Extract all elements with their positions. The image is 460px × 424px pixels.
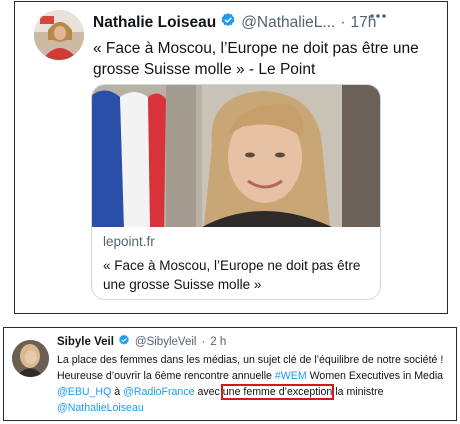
tweet-time[interactable]: 2 h	[210, 336, 226, 348]
text-segment: Women Executives in Media	[306, 370, 444, 382]
more-options-icon[interactable]	[368, 8, 388, 24]
avatar[interactable]	[12, 340, 49, 377]
hashtag-link[interactable]: #WEM	[275, 370, 307, 382]
text-segment: avec	[194, 386, 223, 398]
verified-badge-icon	[118, 334, 130, 349]
author-name[interactable]: Nathalie Loiseau	[93, 14, 216, 32]
tweet-header: Sibyle Veil @SibyleVeil · 2 h	[57, 334, 226, 349]
tweet-header: Nathalie Loiseau @NathalieL... · 17h	[93, 12, 376, 33]
tweet-nathalie-loiseau[interactable]: Nathalie Loiseau @NathalieL... · 17h « F…	[14, 1, 448, 314]
card-domain: lepoint.fr	[103, 234, 155, 249]
text-segment: à	[111, 386, 124, 398]
author-handle[interactable]: @NathalieL...	[241, 14, 335, 32]
mention-link[interactable]: @EBU_HQ	[57, 386, 111, 398]
avatar[interactable]	[34, 10, 84, 60]
tweet-text: La place des femmes dans les médias, un …	[57, 352, 453, 416]
separator-dot: ·	[340, 13, 346, 31]
author-handle[interactable]: @SibyleVeil	[135, 336, 197, 348]
mention-link[interactable]: @RadioFrance	[123, 386, 194, 398]
separator-dot: ·	[201, 335, 206, 348]
mention-link[interactable]: @NathalieLoiseau	[57, 402, 144, 414]
tweet-text: « Face à Moscou, l’Europe ne doit pas êt…	[93, 40, 419, 78]
text-segment: la ministre	[332, 386, 384, 398]
highlighted-phrase: une femme d’exception	[220, 384, 335, 400]
verified-badge-icon	[220, 12, 236, 33]
link-card[interactable]: lepoint.fr « Face à Moscou, l’Europe ne …	[91, 84, 381, 300]
card-image[interactable]	[92, 85, 380, 227]
tweet-sibyle-veil[interactable]: Sibyle Veil @SibyleVeil · 2 h La place d…	[3, 327, 457, 421]
card-title: « Face à Moscou, l’Europe ne doit pas êt…	[103, 258, 361, 292]
author-name[interactable]: Sibyle Veil	[57, 336, 114, 348]
